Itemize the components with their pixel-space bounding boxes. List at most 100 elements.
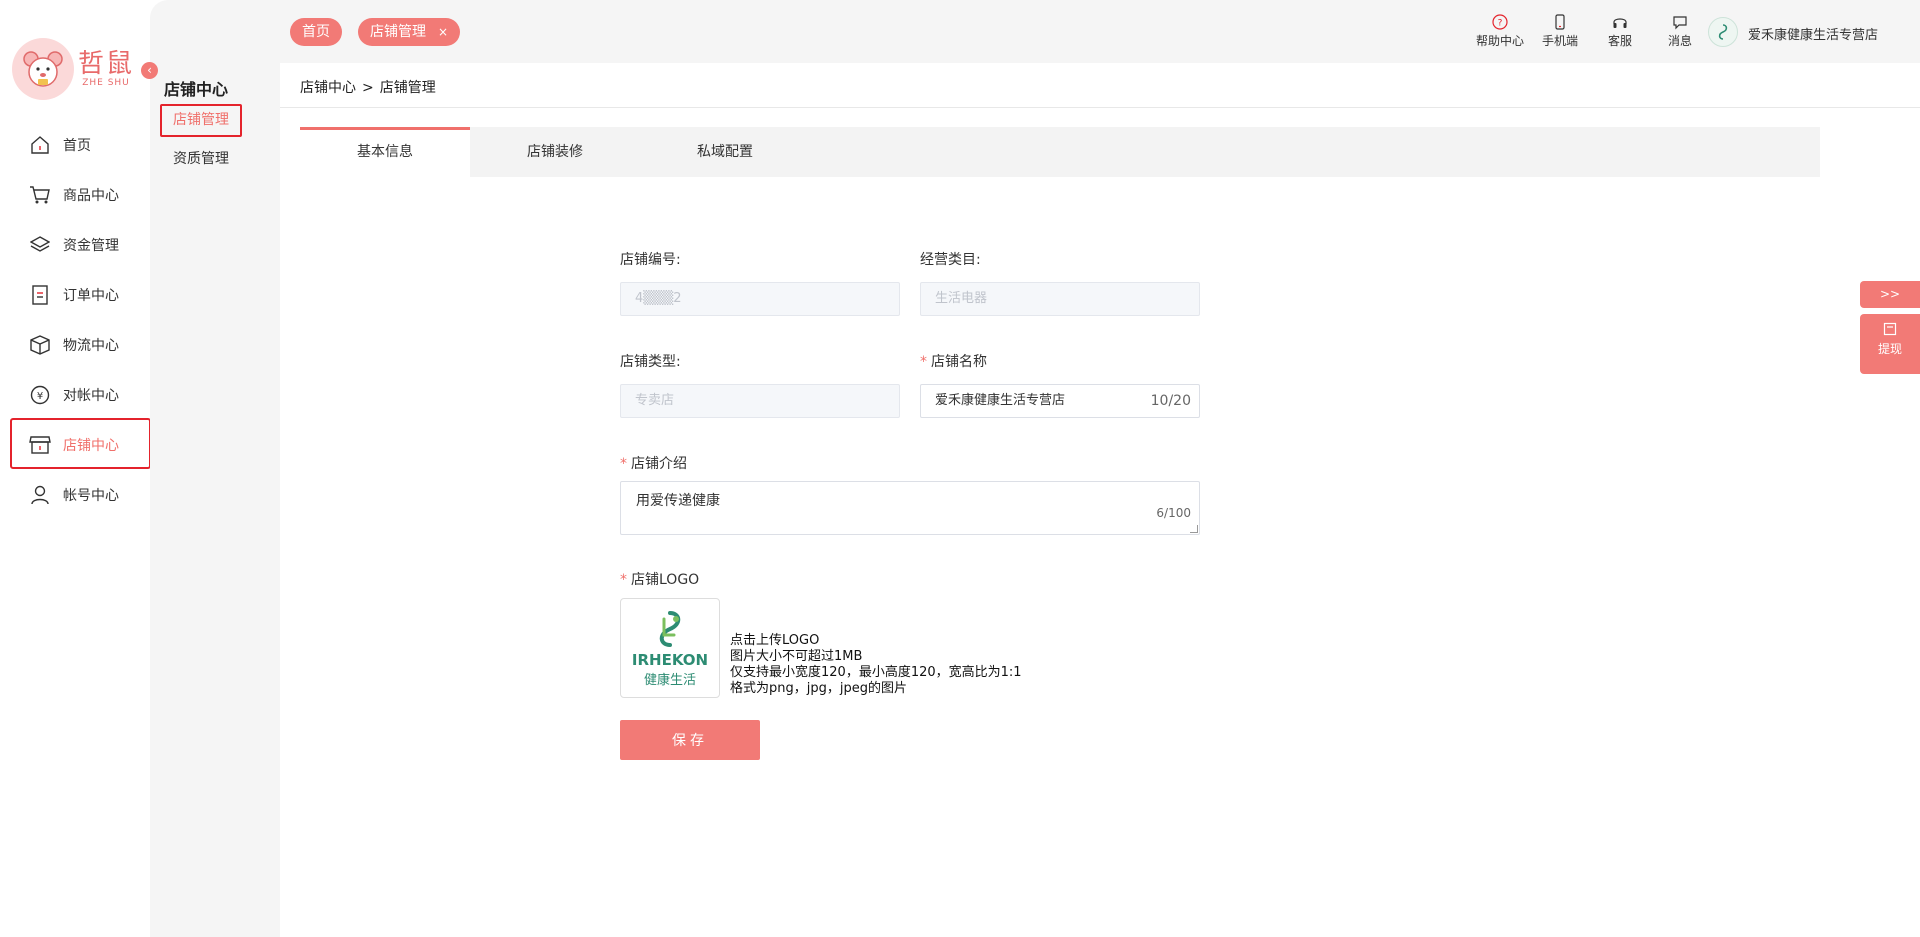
nav-item-label: 订单中心 bbox=[63, 288, 119, 304]
mouse-logo-icon bbox=[12, 38, 74, 100]
required-mark: * bbox=[620, 456, 627, 472]
tab-chip-label: 首页 bbox=[302, 24, 330, 40]
store-name-input[interactable]: 爱禾康健康生活专营店 10/20 bbox=[920, 384, 1200, 418]
top-bar: 首页 店铺管理 × ? 帮助中心 手机端 客服 消息 bbox=[280, 0, 1920, 63]
yuan-icon: ¥ bbox=[27, 382, 53, 408]
upload-hints: 点击上传LOGO 图片大小不可超过1MB 仅支持最小宽度120，最小高度120，… bbox=[730, 633, 1022, 697]
order-icon bbox=[27, 282, 53, 308]
tab-store-decoration[interactable]: 店铺装修 bbox=[470, 127, 640, 177]
app-logo: 哲鼠 ZHE SHU bbox=[12, 38, 134, 100]
brand-logo-text: IRHEKON bbox=[631, 650, 709, 669]
mobile-label: 手机端 bbox=[1541, 34, 1578, 48]
breadcrumb: 店铺中心 > 店铺管理 bbox=[300, 77, 442, 97]
main-content: 店铺中心 > 店铺管理 基本信息 店铺装修 私域配置 店铺编号: 4▒▒▒2 经营类… bbox=[280, 63, 1920, 937]
store-logo-icon bbox=[1718, 24, 1728, 40]
main-sidebar: 哲鼠 ZHE SHU 首页 商品中心 资金管理 订单中心 物流中心 ¥ 对帐中心… bbox=[0, 0, 151, 937]
content-tabs: 基本信息 店铺装修 私域配置 bbox=[300, 127, 1820, 177]
sub-sidebar: 店铺中心 店铺管理 资质管理 bbox=[150, 0, 280, 937]
sidebar-collapse-button[interactable]: ‹ bbox=[141, 62, 158, 79]
expand-panel-button[interactable]: >> bbox=[1860, 281, 1920, 308]
store-name[interactable]: 爱禾康健康生活专营店 bbox=[1748, 24, 1878, 43]
nav-item-logistics[interactable]: 物流中心 bbox=[0, 320, 150, 370]
help-center-label: 帮助中心 bbox=[1475, 34, 1524, 48]
nav-item-label: 帐号中心 bbox=[63, 488, 119, 504]
store-logo-label-text: 店铺LOGO bbox=[631, 572, 700, 588]
required-mark: * bbox=[620, 572, 627, 588]
nav-item-funds[interactable]: 资金管理 bbox=[0, 220, 150, 270]
tab-chip-store-management[interactable]: 店铺管理 × bbox=[358, 18, 461, 46]
store-intro-textarea[interactable]: 用爱传递健康 6/100 bbox=[620, 481, 1200, 535]
breadcrumb-divider bbox=[280, 107, 1920, 108]
nav-item-home[interactable]: 首页 bbox=[0, 120, 150, 170]
tab-chip-label: 店铺管理 bbox=[370, 24, 426, 40]
store-intro-counter: 6/100 bbox=[1156, 506, 1191, 520]
category-label: 经营类目: bbox=[920, 252, 981, 268]
svg-text:¥: ¥ bbox=[37, 391, 43, 402]
withdraw-button[interactable]: 提现 bbox=[1860, 314, 1920, 374]
store-name-label-text: 店铺名称 bbox=[931, 354, 987, 370]
upload-hint: 图片大小不可超过1MB bbox=[730, 649, 863, 664]
tab-basic-info[interactable]: 基本信息 bbox=[300, 127, 470, 177]
active-nav-highlight bbox=[10, 418, 151, 469]
nav-item-products[interactable]: 商品中心 bbox=[0, 170, 150, 220]
store-intro-value: 用爱传递健康 bbox=[636, 493, 720, 509]
sub-sidebar-title: 店铺中心 bbox=[164, 80, 229, 99]
upload-hint: 仅支持最小宽度120，最小高度120，宽高比为1:1 bbox=[730, 665, 1022, 680]
app-root: 哲鼠 ZHE SHU 首页 商品中心 资金管理 订单中心 物流中心 ¥ 对帐中心… bbox=[0, 0, 1920, 937]
withdraw-icon bbox=[1883, 322, 1897, 336]
store-name-value: 爱禾康健康生活专营店 bbox=[935, 393, 1066, 408]
message-icon bbox=[1672, 14, 1688, 30]
close-icon[interactable]: × bbox=[438, 25, 448, 39]
store-name-counter: 10/20 bbox=[1150, 393, 1191, 409]
store-intro-label: * 店铺介绍 bbox=[620, 453, 687, 473]
messages-button[interactable]: 消息 bbox=[1650, 14, 1710, 49]
sub-item-store-management[interactable]: 店铺管理 bbox=[160, 104, 242, 137]
brand-logo-icon bbox=[659, 610, 681, 647]
help-center-button[interactable]: ? 帮助中心 bbox=[1470, 14, 1530, 49]
logo-upload[interactable]: IRHEKON 健康生活 bbox=[620, 598, 720, 698]
nav-item-reconcile[interactable]: ¥ 对帐中心 bbox=[0, 370, 150, 420]
upload-hint: 点击上传LOGO bbox=[730, 633, 820, 648]
category-field: 生活电器 bbox=[920, 282, 1200, 316]
required-mark: * bbox=[920, 354, 927, 370]
tab-private-config[interactable]: 私域配置 bbox=[640, 127, 810, 177]
phone-icon bbox=[1552, 14, 1568, 30]
store-avatar[interactable] bbox=[1708, 17, 1738, 47]
sub-item-qualification[interactable]: 资质管理 bbox=[160, 143, 242, 176]
nav-item-orders[interactable]: 订单中心 bbox=[0, 270, 150, 320]
nav-item-label: 商品中心 bbox=[63, 188, 119, 204]
withdraw-label: 提现 bbox=[1877, 342, 1902, 356]
upload-hint: 格式为png，jpg，jpeg的图片 bbox=[730, 681, 907, 696]
resize-handle[interactable] bbox=[1190, 525, 1198, 533]
store-type-field: 专卖店 bbox=[620, 384, 900, 418]
nav-item-label: 对帐中心 bbox=[63, 388, 119, 404]
breadcrumb-separator: > bbox=[362, 80, 374, 96]
breadcrumb-root[interactable]: 店铺中心 bbox=[300, 80, 356, 96]
store-logo-label: * 店铺LOGO bbox=[620, 569, 699, 589]
help-icon: ? bbox=[1492, 14, 1508, 30]
nav-item-account[interactable]: 帐号中心 bbox=[0, 470, 150, 520]
logo-title: 哲鼠 bbox=[78, 49, 135, 79]
breadcrumb-current: 店铺管理 bbox=[379, 80, 436, 96]
home-icon bbox=[27, 132, 53, 158]
store-no-field: 4▒▒▒2 bbox=[620, 282, 900, 316]
save-button[interactable]: 保存 bbox=[620, 720, 760, 760]
store-type-label: 店铺类型: bbox=[620, 354, 681, 370]
nav-item-label: 物流中心 bbox=[63, 338, 119, 354]
customer-service-label: 客服 bbox=[1607, 34, 1632, 48]
cart-icon bbox=[27, 182, 53, 208]
store-name-label: * 店铺名称 bbox=[920, 351, 987, 371]
headset-icon bbox=[1612, 14, 1628, 30]
logo-subtitle: ZHE SHU bbox=[82, 78, 130, 88]
tab-chip-home[interactable]: 首页 bbox=[290, 18, 342, 46]
customer-service-button[interactable]: 客服 bbox=[1590, 14, 1650, 49]
store-no-label: 店铺编号: bbox=[620, 252, 681, 268]
svg-text:?: ? bbox=[1498, 19, 1503, 29]
box-icon bbox=[27, 332, 53, 358]
user-icon bbox=[27, 482, 53, 508]
mobile-button[interactable]: 手机端 bbox=[1530, 14, 1590, 49]
nav-item-label: 资金管理 bbox=[63, 238, 119, 254]
store-intro-label-text: 店铺介绍 bbox=[631, 456, 687, 472]
nav-item-label: 首页 bbox=[63, 138, 91, 154]
brand-logo-subtext: 健康生活 bbox=[643, 672, 696, 688]
